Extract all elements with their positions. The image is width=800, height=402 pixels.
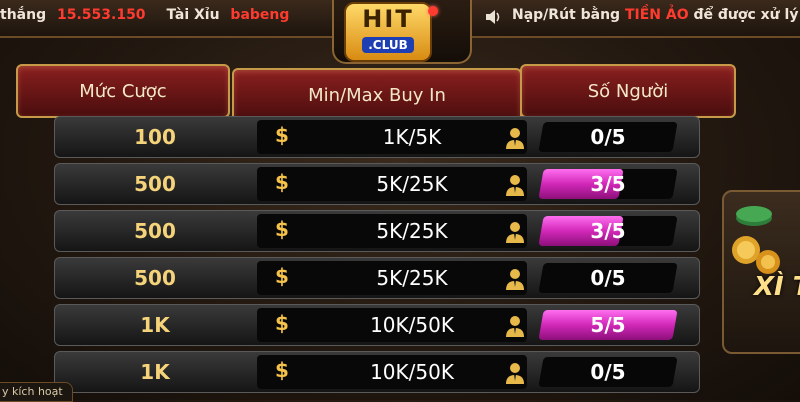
win-amount: 15.553.150 <box>56 7 146 23</box>
header-buyin: Min/Max Buy In <box>232 68 522 122</box>
game-name: Tài Xỉu <box>166 7 220 23</box>
table-row[interactable]: 1K $ 10K/50K 5/5 <box>54 304 700 346</box>
players-count: 5/5 <box>590 313 626 337</box>
win-label: thắng <box>0 7 47 23</box>
table-row[interactable]: 100 $ 1K/5K 0/5 <box>54 116 700 158</box>
header-players-label: Số Người <box>587 80 669 102</box>
header-bet-label: Mức Cược <box>79 80 167 102</box>
players-count: 3/5 <box>590 219 626 243</box>
dollar-icon: $ <box>275 123 289 147</box>
bet-amount: 500 <box>134 266 176 290</box>
table-row[interactable]: 500 $ 5K/25K 0/5 <box>54 257 700 299</box>
bet-amount: 500 <box>134 172 176 196</box>
buyin-range: 1K/5K <box>382 125 442 149</box>
buyin-range: 5K/25K <box>376 266 448 290</box>
buyin-box: $ 5K/25K <box>257 261 527 295</box>
win-ticker: thắng 15.553.150 Tài Xỉu babeng <box>0 7 289 23</box>
table-row[interactable]: 500 $ 5K/25K 3/5 <box>54 210 700 252</box>
logo-main-text: HIT <box>362 5 414 33</box>
buyin-range: 10K/50K <box>370 360 454 384</box>
table-row[interactable]: 1K $ 10K/50K 0/5 <box>54 351 700 393</box>
players-count: 0/5 <box>590 266 626 290</box>
logo-dot <box>428 6 438 16</box>
notice-highlight: TIỀN ẢO <box>624 7 689 23</box>
winner-username: babeng <box>230 7 290 23</box>
speaker-icon[interactable] <box>484 8 502 26</box>
dollar-icon: $ <box>275 264 289 288</box>
person-icon <box>506 363 524 384</box>
person-icon <box>506 128 524 149</box>
logo-sub-text: .CLUB <box>362 37 414 53</box>
person-icon <box>506 316 524 337</box>
notice-ticker: Nạp/Rút bằng TIỀN ẢO để được xử lý nha <box>512 7 800 23</box>
header-bet: Mức Cược <box>16 64 230 118</box>
buyin-range: 5K/25K <box>376 172 448 196</box>
players-count: 0/5 <box>590 360 626 384</box>
person-icon <box>506 222 524 243</box>
buyin-range: 5K/25K <box>376 219 448 243</box>
hit-club-logo: HIT .CLUB <box>344 2 432 62</box>
buyin-range: 10K/50K <box>370 313 454 337</box>
person-icon <box>506 269 524 290</box>
dollar-icon: $ <box>275 217 289 241</box>
game-card-xi-to[interactable]: XÌ T <box>722 190 800 354</box>
person-icon <box>506 175 524 196</box>
bet-amount: 500 <box>134 219 176 243</box>
activate-button[interactable]: y kích hoạt <box>0 382 73 402</box>
dollar-icon: $ <box>275 170 289 194</box>
notice-prefix: Nạp/Rút bằng <box>512 7 625 23</box>
bet-amount: 1K <box>140 313 170 337</box>
dollar-icon: $ <box>275 358 289 382</box>
buyin-box: $ 10K/50K <box>257 355 527 389</box>
buyin-box: $ 10K/50K <box>257 308 527 342</box>
buyin-box: $ 5K/25K <box>257 167 527 201</box>
buyin-box: $ 1K/5K <box>257 120 527 154</box>
bet-amount: 1K <box>140 360 170 384</box>
game-card-label: XÌ T <box>754 272 800 302</box>
bet-amount: 100 <box>134 125 176 149</box>
table-row[interactable]: 500 $ 5K/25K 3/5 <box>54 163 700 205</box>
logo-frame: HIT .CLUB <box>332 0 472 64</box>
buyin-box: $ 5K/25K <box>257 214 527 248</box>
players-count: 3/5 <box>590 172 626 196</box>
header-buyin-label: Min/Max Buy In <box>308 84 446 106</box>
notice-suffix: để được xử lý nha <box>693 7 800 23</box>
dollar-icon: $ <box>275 311 289 335</box>
header-players: Số Người <box>520 64 736 118</box>
players-count: 0/5 <box>590 125 626 149</box>
